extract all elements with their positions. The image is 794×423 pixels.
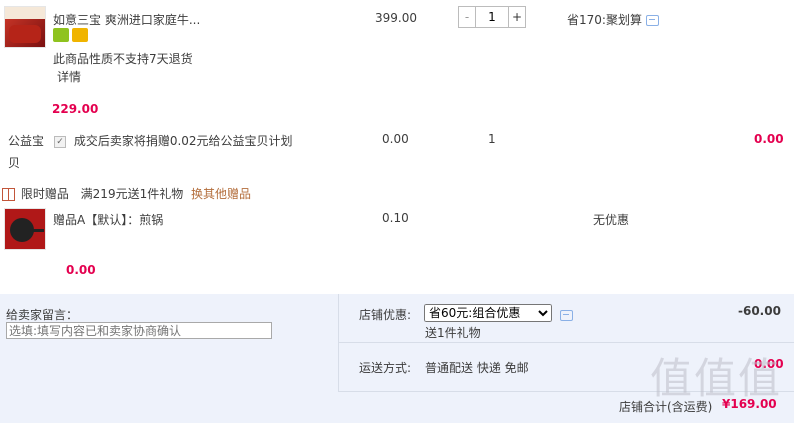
charity-label: 公益宝贝	[8, 134, 45, 170]
shop-promo-select[interactable]: 省60元:组合优惠	[424, 304, 552, 322]
discount-info: 省170:聚划算	[567, 11, 659, 28]
gift-title[interactable]: 赠品A【默认】：煎锅	[53, 211, 163, 228]
shop-total-value: ¥169.00	[722, 397, 777, 411]
decrease-button[interactable]: -	[459, 7, 476, 27]
quantity-stepper[interactable]: - +	[458, 6, 526, 28]
checkbox-icon[interactable]: ✓	[54, 135, 66, 148]
remark-input[interactable]	[6, 322, 272, 339]
badge-icon	[53, 28, 69, 42]
unit-price: 399.00	[375, 11, 417, 25]
product-thumbnail[interactable]	[4, 6, 46, 48]
increase-button[interactable]: +	[508, 7, 525, 27]
gift-icon	[2, 188, 15, 201]
badge-icon	[72, 28, 88, 42]
gift-promo-rule: 满219元送1件礼物	[80, 187, 184, 201]
charity-qty: 1	[488, 132, 496, 146]
gift-thumbnail[interactable]	[4, 208, 46, 250]
chat-icon[interactable]	[560, 310, 573, 321]
divider	[338, 342, 794, 343]
charity-total: 0.00	[754, 132, 784, 146]
charity-price: 0.00	[382, 132, 409, 146]
change-gift-link[interactable]: 换其他赠品	[191, 187, 251, 201]
shop-promo-amount: -60.00	[738, 304, 781, 318]
shipping-label: 运送方式:	[359, 361, 412, 375]
remark-label: 给卖家留言：	[6, 308, 79, 322]
gift-discount: 无优惠	[593, 213, 630, 227]
product-title-link[interactable]: 如意三宝 爽洲进口家庭牛...	[53, 11, 200, 28]
gift-price: 0.10	[382, 211, 409, 225]
service-badges	[53, 28, 91, 45]
discount-text: 省170:聚划算	[567, 13, 642, 27]
quantity-input[interactable]	[476, 7, 508, 27]
gift-promo-label: 限时赠品	[20, 187, 69, 201]
gift-promo: 限时赠品 满219元送1件礼物 换其他赠品	[2, 185, 251, 202]
no-return-note: 此商品性质不支持7天退货	[53, 52, 193, 66]
shipping-value: 普通配送 快递 免邮	[425, 361, 529, 375]
charity-text: 成交后卖家将捐赠0.02元给公益宝贝计划	[73, 134, 293, 148]
shop-promo-gift: 送1件礼物	[425, 326, 481, 340]
details-link[interactable]: 详情	[57, 68, 81, 85]
shop-promo-label: 店铺优惠:	[359, 308, 412, 322]
chat-icon[interactable]	[645, 15, 659, 26]
charity-row: ✓ 成交后卖家将捐赠0.02元给公益宝贝计划	[54, 132, 293, 149]
shop-total-label: 店铺合计(含运费)	[619, 400, 713, 414]
item-subtotal: 229.00	[52, 102, 99, 116]
gift-subtotal: 0.00	[66, 263, 96, 277]
